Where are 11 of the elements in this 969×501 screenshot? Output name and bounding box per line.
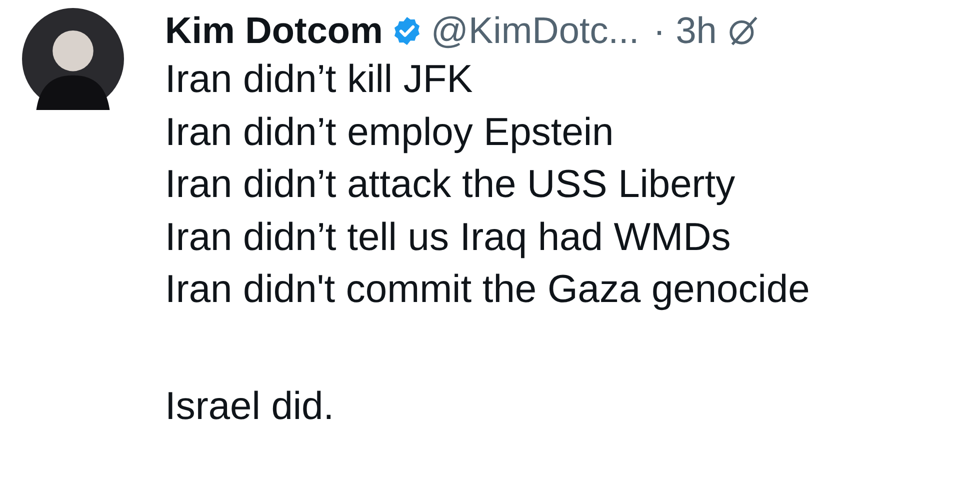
post-time[interactable]: · 3h (653, 10, 717, 52)
post-text-line: Iran didn’t kill JFK (165, 57, 474, 103)
post-text-line: Iran didn’t attack the USS Liberty (165, 162, 736, 208)
author-name[interactable]: Kim Dotcom (165, 10, 383, 52)
post-text-line: Iran didn't commit the Gaza genocide (165, 267, 810, 313)
post-text-line: Iran didn’t employ Epstein (165, 110, 615, 156)
avatar[interactable] (22, 8, 124, 110)
slashed-circle-icon[interactable] (726, 15, 759, 47)
post-text-line: Israel did. (165, 384, 336, 430)
author-handle[interactable]: @KimDotc... (430, 10, 640, 52)
post-text-line: Iran didn’t tell us Iraq had WMDs (165, 214, 732, 260)
